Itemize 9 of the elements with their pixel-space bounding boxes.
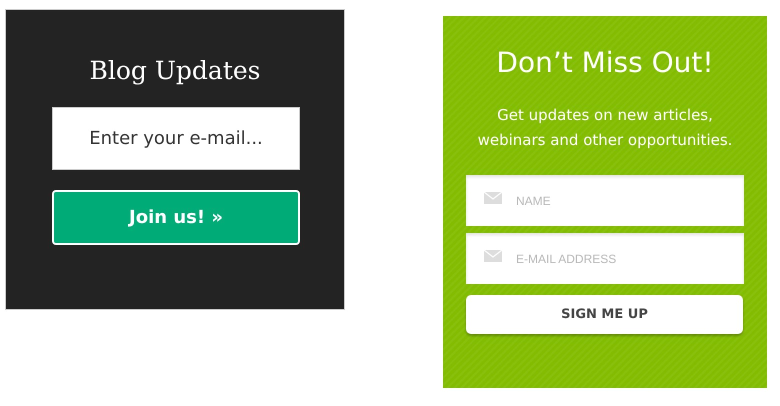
text-field[interactable]: NAME [466, 175, 744, 226]
email-field[interactable]: Enter your e-mail... [52, 107, 300, 170]
signup-title: Don’t Miss Out! [495, 46, 715, 79]
text-field[interactable]: E-MAIL ADDRESS [466, 233, 744, 284]
blog-title: Blog Updates [88, 56, 262, 85]
envelope-icon [484, 192, 502, 204]
signup-description: Get updates on new articles, webinars and other opportunities. [476, 105, 734, 151]
envelope-icon [484, 250, 502, 262]
sign-up-button[interactable]: SIGN ME UP [466, 295, 743, 334]
